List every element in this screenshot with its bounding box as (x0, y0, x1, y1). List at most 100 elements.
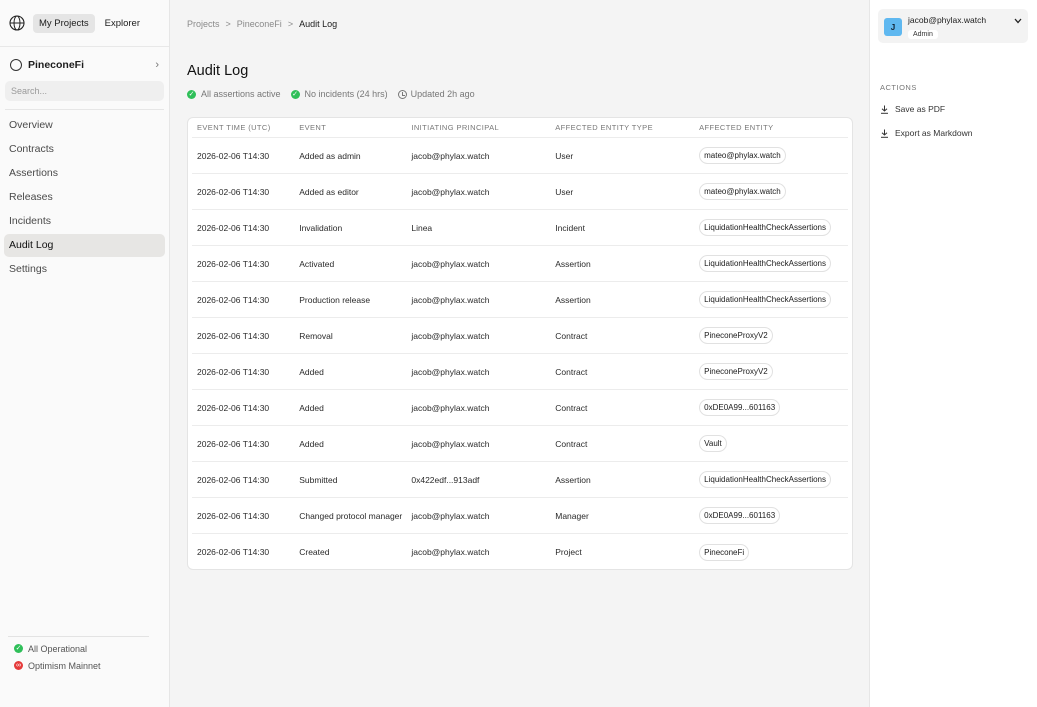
table-row[interactable]: 2026-02-06 T14:30 Added jacob@phylax.watch… (192, 390, 848, 426)
globe-icon[interactable] (9, 15, 25, 31)
updated-time: Updated 2h ago (410, 89, 475, 99)
sidebar-item-contracts[interactable]: Contracts (4, 138, 165, 161)
system-status: ✓ All Operational ∞ Optimism Mainnet (14, 640, 101, 674)
event-time-cell: 2026-02-06 T14:30 (197, 474, 270, 485)
entity-chip[interactable]: mateo@phylax.watch (699, 183, 786, 200)
affected-entity-type-cell: Incident (555, 222, 586, 233)
table-row[interactable]: 2026-02-06 T14:30 Added jacob@phylax.watch… (192, 426, 848, 462)
chevron-right-icon: › (155, 59, 159, 71)
right-panel: J jacob@phylax.watch Admin ACTIONS Save … (869, 0, 1037, 707)
entity-chip[interactable]: 0xDE0A99...601163 (699, 507, 781, 524)
page-status-bar: ✓ All assertions active ✓ No incidents (… (187, 89, 475, 99)
event-cell: Activated (299, 258, 335, 269)
explorer-tab[interactable]: Explorer (99, 14, 146, 33)
entity-chip[interactable]: PineconeProxyV2 (699, 363, 773, 380)
affected-entity-type-cell: Contract (555, 366, 588, 377)
my-projects-tab[interactable]: My Projects (33, 13, 95, 33)
event-time-cell: 2026-02-06 T14:30 (197, 366, 270, 377)
event-time-cell: 2026-02-06 T14:30 (197, 402, 270, 413)
entity-chip[interactable]: PineconeFi (699, 543, 750, 561)
column-header[interactable]: EVENT TIME (UTC) (192, 123, 299, 132)
affected-entity-type-cell: User (555, 186, 574, 197)
table-row[interactable]: 2026-02-06 T14:30 Changed protocol manage… (192, 498, 848, 534)
affected-entity-cell: LiquidationHealthCheckAssertions (699, 291, 848, 308)
check-circle-icon: ✓ (187, 89, 196, 99)
table-row[interactable]: 2026-02-06 T14:30 Added as editor jacob@ph… (192, 174, 848, 210)
table-row[interactable]: 2026-02-06 T14:30 Invalidation Linea Incide… (192, 210, 848, 246)
search-input[interactable]: Search... (5, 81, 164, 101)
affected-entity-type-cell: Manager (555, 510, 589, 521)
column-header[interactable]: INITIATING PRINCIPAL (411, 123, 555, 132)
chevron-down-icon (1014, 17, 1022, 26)
breadcrumb-project[interactable]: PineconeFi (237, 19, 282, 29)
entity-chip[interactable]: LiquidationHealthCheckAssertions (699, 291, 831, 308)
table-row[interactable]: 2026-02-06 T14:30 Production release jacob… (192, 282, 848, 318)
event-time-cell: 2026-02-06 T14:30 (197, 547, 270, 557)
download-icon (880, 129, 889, 138)
affected-entity-type-cell: User (555, 150, 574, 161)
network-name: Optimism Mainnet (28, 660, 101, 671)
entity-chip[interactable]: 0xDE0A99...601163 (699, 399, 781, 416)
column-header[interactable]: EVENT (299, 123, 411, 132)
sidebar-item-assertions[interactable]: Assertions (4, 162, 165, 185)
role-badge: Admin (908, 30, 938, 39)
incidents-status: No incidents (24 hrs) (304, 89, 388, 99)
entity-chip[interactable]: PineconeProxyV2 (699, 327, 773, 344)
table-row[interactable]: 2026-02-06 T14:30 Added jacob@phylax.watch… (192, 354, 848, 390)
affected-entity-cell: 0xDE0A99...601163 (699, 507, 848, 524)
breadcrumb-projects[interactable]: Projects (187, 19, 220, 29)
event-time-cell: 2026-02-06 T14:30 (197, 186, 270, 197)
column-header[interactable]: AFFECTED ENTITY TYPE (555, 123, 699, 132)
operational-status: All Operational (28, 643, 88, 654)
event-time-cell: 2026-02-06 T14:30 (197, 438, 270, 449)
affected-entity-type-cell: Assertion (555, 258, 591, 269)
event-cell: Added (299, 366, 324, 377)
entity-chip[interactable]: LiquidationHealthCheckAssertions (699, 219, 831, 236)
entity-chip[interactable]: mateo@phylax.watch (699, 147, 786, 164)
table-row[interactable]: 2026-02-06 T14:30 Created jacob@phylax.wat… (192, 534, 848, 570)
project-name: PineconeFi (28, 59, 85, 71)
initiating-principal-cell: 0x422edf...913adf (411, 474, 480, 485)
affected-entity-cell: 0xDE0A99...601163 (699, 399, 848, 416)
audit-log-table: EVENT TIME (UTC) EVENT INITIATING PRINCI… (187, 117, 853, 570)
event-time-cell: 2026-02-06 T14:30 (197, 330, 270, 341)
sidebar-item-incidents[interactable]: Incidents (4, 210, 165, 233)
main-content: Projects > PineconeFi > Audit Log Audit … (171, 0, 869, 707)
event-cell: Production release (299, 294, 371, 305)
user-menu[interactable]: J jacob@phylax.watch Admin (878, 9, 1028, 43)
event-time-cell: 2026-02-06 T14:30 (197, 222, 270, 233)
affected-entity-cell: PineconeProxyV2 (699, 327, 848, 344)
export-markdown-button[interactable]: Export as Markdown (880, 128, 972, 138)
sidebar-item-audit-log[interactable]: Audit Log (4, 234, 165, 257)
event-cell: Submitted (299, 474, 338, 485)
event-cell: Created (299, 547, 330, 557)
sidebar-item-releases[interactable]: Releases (4, 186, 165, 209)
project-switcher[interactable]: PineconeFi › (0, 49, 169, 81)
event-cell: Added as editor (299, 186, 359, 197)
event-cell: Added as admin (299, 150, 361, 161)
user-email: jacob@phylax.watch (908, 15, 987, 25)
column-header[interactable]: AFFECTED ENTITY (699, 123, 848, 132)
table-row[interactable]: 2026-02-06 T14:30 Submitted 0x422edf...913… (192, 462, 848, 498)
table-row[interactable]: 2026-02-06 T14:30 Added as admin jacob@phy… (192, 138, 848, 174)
initiating-principal-cell: jacob@phylax.watch (411, 186, 490, 197)
event-cell: Removal (299, 330, 333, 341)
entity-chip[interactable]: LiquidationHealthCheckAssertions (699, 471, 831, 488)
initiating-principal-cell: jacob@phylax.watch (411, 294, 490, 305)
assertions-status: All assertions active (201, 89, 281, 99)
affected-entity-type-cell: Assertion (555, 294, 591, 305)
table-row[interactable]: 2026-02-06 T14:30 Activated jacob@phylax.w… (192, 246, 848, 282)
affected-entity-cell: LiquidationHealthCheckAssertions (699, 219, 848, 236)
initiating-principal-cell: Linea (411, 222, 433, 233)
save-pdf-button[interactable]: Save as PDF (880, 104, 945, 114)
table-row[interactable]: 2026-02-06 T14:30 Removal jacob@phylax.wat… (192, 318, 848, 354)
sidebar-item-overview[interactable]: Overview (4, 114, 165, 137)
entity-chip[interactable]: Vault (699, 435, 727, 452)
affected-entity-type-cell: Project (555, 547, 582, 557)
affected-entity-cell: PineconeProxyV2 (699, 363, 848, 380)
event-time-cell: 2026-02-06 T14:30 (197, 150, 270, 161)
sidebar-item-settings[interactable]: Settings (4, 258, 165, 281)
event-cell: Changed protocol manager (299, 510, 403, 521)
entity-chip[interactable]: LiquidationHealthCheckAssertions (699, 255, 831, 272)
network-selector[interactable]: ∞ Optimism Mainnet (14, 657, 101, 674)
